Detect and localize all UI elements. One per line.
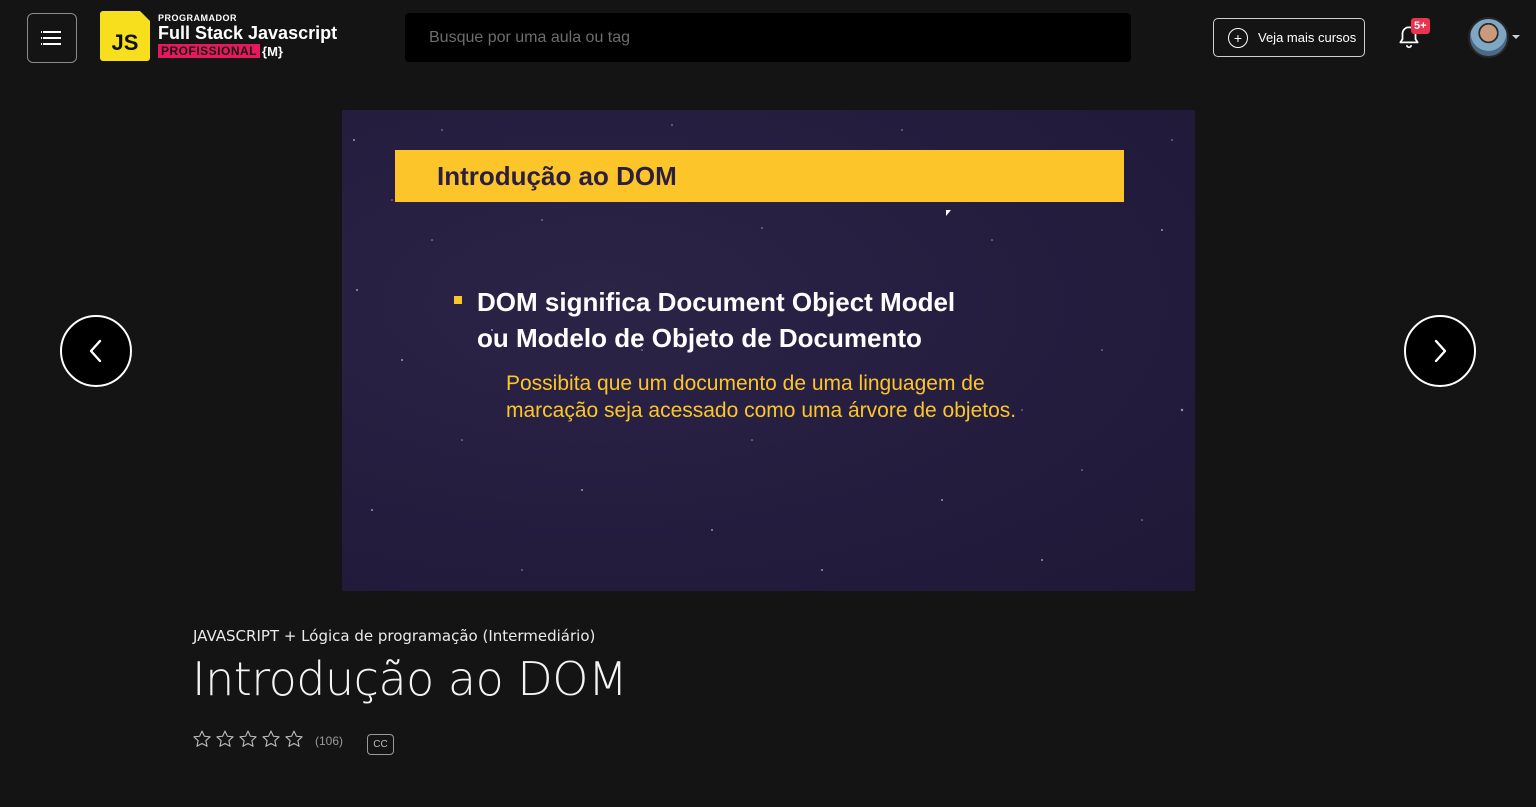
star-outline-icon[interactable] [238, 729, 258, 749]
avatar[interactable] [1468, 17, 1509, 58]
next-lesson-button[interactable] [1404, 315, 1476, 387]
slide-sub-line-2: marcação seja acessado como uma árvore d… [506, 399, 1017, 422]
notification-badge: 5+ [1411, 18, 1430, 34]
chevron-left-icon [89, 339, 102, 363]
caret-down-icon[interactable] [1512, 35, 1520, 39]
more-courses-label: Veja mais cursos [1258, 30, 1357, 45]
closed-captions-button[interactable]: CC [367, 734, 394, 755]
star-outline-icon[interactable] [215, 729, 235, 749]
rating-count: (106) [315, 734, 344, 748]
menu-button[interactable] [27, 13, 77, 63]
hamburger-menu-icon [41, 31, 61, 45]
search-input[interactable] [405, 13, 1131, 62]
star-rating[interactable] [192, 729, 304, 749]
slide-banner: Introdução ao DOM [395, 150, 1124, 202]
logo[interactable]: JS PROGRAMADOR Full Stack Javascript PRO… [100, 10, 337, 62]
slide-main-line-1: DOM significa Document Object Model [477, 287, 956, 317]
lesson-title: Introdução ao DOM [192, 652, 628, 706]
chevron-right-icon [1434, 339, 1447, 363]
slide-main-line-2: ou Modelo de Objeto de Documento [477, 323, 922, 353]
plus-circle-icon: + [1228, 27, 1248, 48]
logo-brace: {M} [262, 43, 283, 59]
slide-main-text: DOM significa Document Object Model ou M… [477, 284, 955, 356]
star-outline-icon[interactable] [261, 729, 281, 749]
slide-sub-line-1: Possibita que um documento de uma lingua… [506, 372, 985, 395]
previous-lesson-button[interactable] [60, 315, 132, 387]
slide-bullet [454, 296, 462, 304]
more-courses-button[interactable]: + Veja mais cursos [1213, 18, 1365, 57]
logo-top-line: PROGRAMADOR [158, 13, 237, 23]
star-outline-icon[interactable] [192, 729, 212, 749]
mouse-cursor-icon [946, 210, 951, 216]
logo-main-line: Full Stack Javascript [158, 23, 338, 43]
slide-sub-text: Possibita que um documento de uma lingua… [506, 370, 1016, 424]
star-outline-icon[interactable] [284, 729, 304, 749]
logo-js-badge: JS [100, 11, 150, 61]
video-player[interactable]: Introdução ao DOM DOM significa Document… [342, 110, 1195, 591]
course-name[interactable]: JAVASCRIPT + Lógica de programação (Inte… [193, 627, 595, 645]
logo-tag: PROFISSIONAL [158, 44, 261, 58]
